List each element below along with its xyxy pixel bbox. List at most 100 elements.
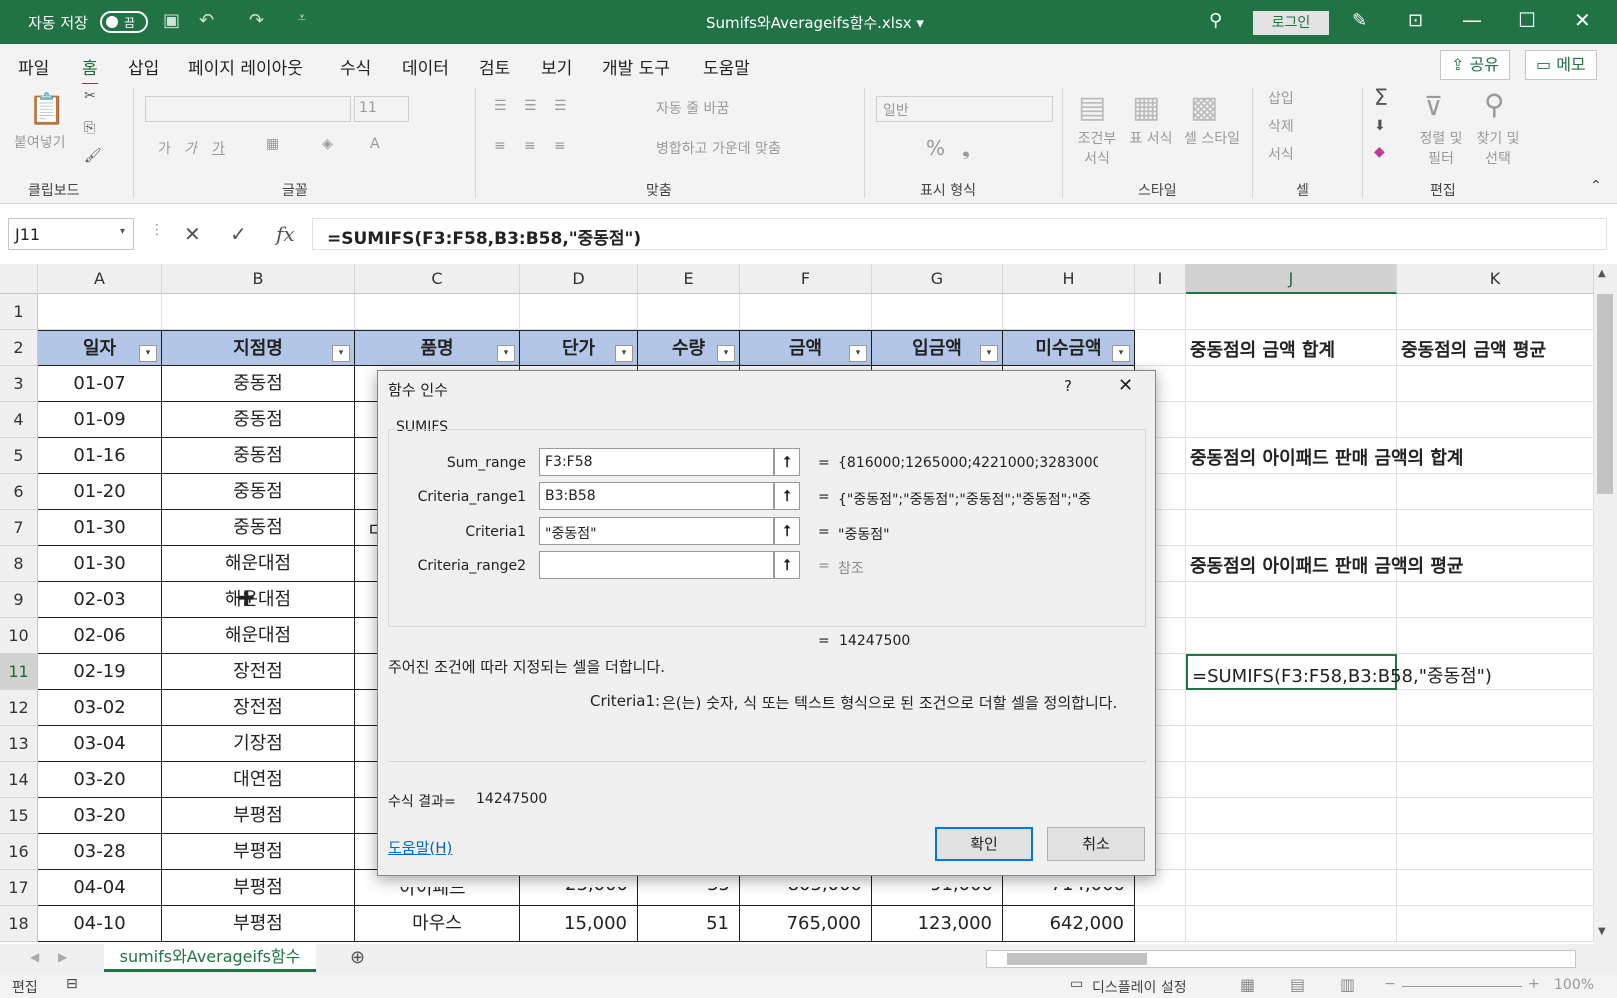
grid-cell[interactable] (1397, 474, 1594, 510)
underline-button[interactable]: 가 (212, 138, 225, 158)
table-cell[interactable]: 04-04 (38, 870, 162, 906)
cell-styles-button[interactable]: 셀 스타일 (1184, 128, 1240, 148)
maximize-icon[interactable]: ☐ (1518, 8, 1536, 32)
table-cell[interactable]: 01-30 (38, 546, 162, 582)
tab-page-layout[interactable]: 페이지 레이아웃 (188, 54, 303, 79)
range-select-icon[interactable]: ⭡ (774, 551, 800, 579)
align-top-icon[interactable]: ☰ (494, 98, 507, 114)
grid-cell[interactable] (1135, 294, 1186, 330)
comma-icon[interactable]: ❟ (962, 136, 970, 160)
grid-cell[interactable] (1186, 294, 1397, 330)
range-select-icon[interactable]: ⭡ (774, 482, 800, 510)
font-name-combo[interactable] (145, 96, 351, 122)
range-select-icon[interactable]: ⭡ (774, 448, 800, 476)
clear-icon[interactable]: ◆ (1374, 144, 1385, 160)
sort-filter-icon[interactable]: ⊽ (1424, 92, 1443, 122)
column-header[interactable]: C (355, 264, 520, 294)
table-cell[interactable]: 중동점 (162, 474, 355, 510)
table-cell[interactable]: 03-04 (38, 726, 162, 762)
tab-insert[interactable]: 삽입 (128, 54, 159, 79)
table-cell[interactable]: 해운대점 (162, 618, 355, 654)
formula-input[interactable]: =SUMIFS(F3:F58,B3:B58,"중동점") (312, 218, 1607, 250)
grid-cell[interactable] (1186, 762, 1397, 798)
align-middle-icon[interactable]: ☰ (524, 98, 537, 114)
grid-cell[interactable] (1186, 366, 1397, 402)
grid-cell[interactable] (1186, 474, 1397, 510)
dialog-close-icon[interactable]: ✕ (1118, 375, 1133, 396)
table-cell[interactable]: 중동점 (162, 438, 355, 474)
search-icon[interactable]: ⚲ (1209, 10, 1222, 31)
format-painter-icon[interactable]: 🖌 (84, 148, 102, 164)
sort-filter-button[interactable]: 정렬 및 필터 (1416, 128, 1466, 168)
insert-cells-button[interactable]: 삽입 (1268, 88, 1294, 108)
tab-file[interactable]: 파일 (18, 54, 49, 79)
row-header[interactable]: 5 (0, 438, 38, 474)
grid-cell[interactable] (1397, 906, 1594, 942)
table-cell[interactable]: 01-30 (38, 510, 162, 546)
row-header[interactable]: 11 (0, 654, 38, 690)
grid-cell[interactable] (1186, 582, 1397, 618)
grid-cell[interactable] (1186, 402, 1397, 438)
column-header[interactable]: I (1135, 264, 1186, 294)
range-select-icon[interactable]: ⭡ (774, 517, 800, 545)
login-button[interactable]: 로그인 (1253, 11, 1329, 35)
autosave-toggle[interactable]: 끔 (100, 11, 148, 33)
number-format-combo[interactable]: 일반 (876, 96, 1053, 122)
column-header[interactable]: J (1186, 264, 1397, 294)
save-icon[interactable]: ▣ (163, 10, 180, 31)
align-center-icon[interactable]: ≡ (524, 138, 536, 154)
grid-cell[interactable] (1397, 402, 1594, 438)
display-settings-icon[interactable]: ▭ (1070, 976, 1083, 992)
column-header[interactable]: A (38, 264, 162, 294)
arg-input-criteria1[interactable]: "중동점" (539, 517, 774, 545)
row-header[interactable]: 3 (0, 366, 38, 402)
row-header[interactable]: 18 (0, 906, 38, 942)
ribbon-display-icon[interactable]: ⊡ (1408, 10, 1423, 31)
page-break-view-icon[interactable]: ▥ (1340, 975, 1355, 994)
cancel-button[interactable]: 취소 (1047, 827, 1145, 861)
scroll-down-icon[interactable]: ▼ (1598, 926, 1606, 937)
column-header[interactable]: G (872, 264, 1003, 294)
scroll-up-icon[interactable]: ▲ (1598, 268, 1606, 279)
grid-cell[interactable] (1186, 906, 1397, 942)
tab-view[interactable]: 보기 (541, 54, 572, 79)
name-box[interactable]: J11 (8, 218, 134, 250)
next-sheet-icon[interactable]: ▶ (58, 950, 67, 964)
table-cell[interactable]: 01-09 (38, 402, 162, 438)
hscroll-thumb[interactable] (1007, 953, 1147, 965)
row-header[interactable]: 17 (0, 870, 38, 906)
conditional-format-button[interactable]: 조건부 서식 (1072, 128, 1122, 168)
add-sheet-icon[interactable]: ⊕ (350, 947, 365, 968)
table-cell[interactable]: 마우스 (355, 906, 520, 942)
row-header[interactable]: 2 (0, 330, 38, 366)
table-cell[interactable]: 02-06 (38, 618, 162, 654)
grid-cell[interactable] (1186, 798, 1397, 834)
grid-cell[interactable] (1186, 726, 1397, 762)
paste-button[interactable]: 붙여넣기 (14, 132, 66, 152)
undo-icon[interactable]: ↶ (199, 10, 214, 31)
row-header[interactable]: 8 (0, 546, 38, 582)
table-cell[interactable]: 장전점 (162, 690, 355, 726)
arg-input-sum-range[interactable]: F3:F58 (539, 448, 774, 476)
table-cell[interactable]: 기장점 (162, 726, 355, 762)
column-header[interactable]: H (1003, 264, 1135, 294)
grid-cell[interactable] (1397, 366, 1594, 402)
pen-icon[interactable]: ✎ (1352, 10, 1367, 31)
prev-sheet-icon[interactable]: ◀ (30, 950, 39, 964)
table-cell[interactable]: 중동점 (162, 366, 355, 402)
table-cell[interactable]: 01-20 (38, 474, 162, 510)
table-cell[interactable]: 장전점 (162, 654, 355, 690)
macro-record-icon[interactable]: ⊟ (66, 976, 78, 992)
scroll-thumb[interactable] (1597, 294, 1613, 494)
format-cells-button[interactable]: 서식 (1268, 144, 1294, 164)
row-header[interactable]: 9 (0, 582, 38, 618)
grid-cell[interactable] (162, 294, 355, 330)
grid-cell[interactable] (1186, 870, 1397, 906)
table-header[interactable]: 지점명 ▾ (162, 330, 355, 366)
table-cell[interactable]: 02-19 (38, 654, 162, 690)
customize-qat-icon[interactable]: ⩡ (298, 10, 306, 26)
table-cell[interactable]: 01-16 (38, 438, 162, 474)
zoom-out-icon[interactable]: − (1384, 976, 1396, 992)
share-button[interactable]: ⇪ 공유 (1440, 50, 1510, 80)
table-cell[interactable]: 해운대점 (162, 582, 355, 618)
